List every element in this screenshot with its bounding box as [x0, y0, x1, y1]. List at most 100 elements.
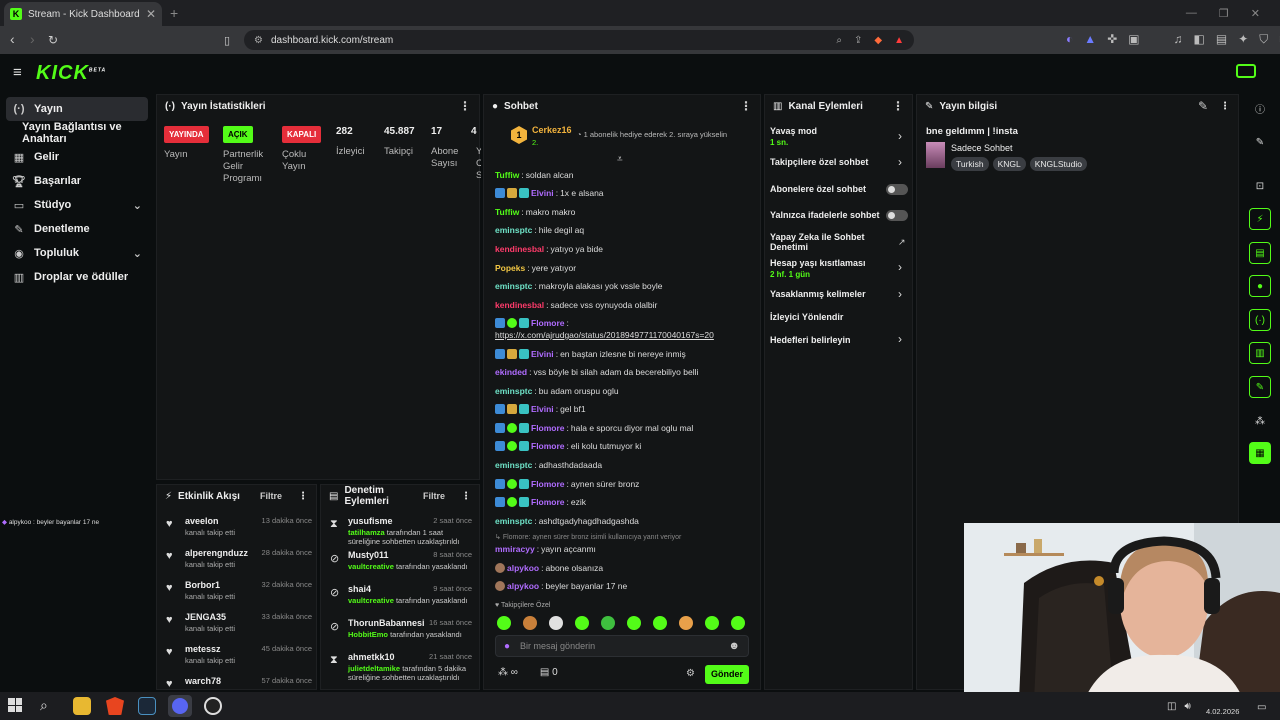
more-icon[interactable]: ⋮: [461, 491, 471, 502]
emote-icon[interactable]: [497, 616, 511, 630]
chat-message[interactable]: alpykoo: abone olsanıza: [495, 563, 603, 573]
chat-username[interactable]: kendinesbal: [495, 300, 544, 310]
chat-message[interactable]: ekinded: vss böyle bi silah adam da becer…: [495, 367, 698, 377]
moderator-name[interactable]: tatilhamza: [348, 528, 385, 537]
chevron-right-icon[interactable]: ›: [898, 129, 902, 143]
chat-message[interactable]: Flomore: hala e sporcu diyor mal oglu mal: [495, 423, 693, 433]
chat-username[interactable]: Elvini: [531, 188, 554, 198]
wrench-icon[interactable]: ✎: [1249, 376, 1271, 398]
leo-icon[interactable]: ✦: [1238, 32, 1248, 47]
event-username[interactable]: aveelon: [185, 516, 219, 526]
subscribers-only-toggle[interactable]: [886, 184, 908, 195]
chat-message[interactable]: eminsptc: ashdtgadyhagdhadgashda: [495, 516, 639, 526]
chat-message[interactable]: Elvini: en baştan izlesne bi nereye inmiş: [495, 349, 686, 359]
chat-message[interactable]: alpykoo: beyler bayanlar 17 ne: [495, 581, 627, 591]
extension-icon-1[interactable]: ◐: [1066, 32, 1073, 47]
chat-message[interactable]: Tuffiw: soldan alcan: [495, 170, 574, 180]
reload-icon[interactable]: ↻: [48, 33, 58, 47]
sidebar-item-achievements[interactable]: 🏆︎ Başarılar: [6, 169, 148, 193]
search-icon[interactable]: ⌕: [40, 697, 48, 714]
sidebar-item-community[interactable]: ◉ Topluluk ⌄: [6, 241, 148, 265]
mic-icon[interactable]: ●: [504, 641, 510, 652]
url-bar[interactable]: ⚙ dashboard.kick.com/stream ⌕ ⇪ ◆ ▲: [244, 30, 914, 50]
kick-logo[interactable]: KICKBETA: [36, 62, 106, 85]
edit-icon[interactable]: ✎: [1249, 131, 1271, 153]
new-tab-button[interactable]: +: [170, 5, 178, 21]
chat-icon[interactable]: ●: [1249, 275, 1271, 297]
hamburger-icon[interactable]: ≡: [13, 64, 22, 81]
list-icon[interactable]: ▤: [1249, 242, 1271, 264]
moderated-username[interactable]: yusufisme: [348, 516, 393, 526]
chat-message[interactable]: kendinesbal: yatıyo ya bide: [495, 244, 603, 254]
chevron-right-icon[interactable]: ›: [898, 155, 902, 169]
action-raid[interactable]: İzleyici Yönlendir: [770, 312, 843, 322]
restore-icon[interactable]: ❐: [1219, 7, 1229, 20]
more-icon[interactable]: ⋮: [1220, 101, 1230, 112]
chat-message[interactable]: Tuffiw: makro makro: [495, 207, 575, 217]
chat-settings-icon[interactable]: ⚙: [686, 668, 695, 679]
event-username[interactable]: warch78: [185, 676, 221, 686]
sidebar-toggle-icon[interactable]: ◧: [1194, 32, 1205, 47]
chevron-right-icon[interactable]: ›: [898, 287, 902, 301]
chest-count[interactable]: ▤ 0: [540, 667, 558, 678]
network-icon[interactable]: ◫: [1167, 701, 1176, 712]
emote-icon[interactable]: [601, 616, 615, 630]
action-goals[interactable]: Hedefleri belirleyin: [770, 335, 851, 345]
chat-username[interactable]: mmiracyy: [495, 544, 535, 554]
brave-rewards-icon[interactable]: ▲: [894, 35, 904, 46]
action-slow-mode[interactable]: Yavaş mod 1 sn.: [770, 126, 817, 147]
emote-only-toggle[interactable]: [886, 210, 908, 221]
chat-username[interactable]: Flomore: [531, 497, 565, 507]
chat-username[interactable]: eminsptc: [495, 386, 532, 396]
chevron-right-icon[interactable]: ›: [898, 260, 902, 274]
chat-username[interactable]: Tuffiw: [495, 170, 519, 180]
tag[interactable]: KNGLStudio: [1029, 157, 1087, 171]
chat-message[interactable]: Elvini:1x e alsana: [495, 188, 604, 198]
site-info-icon[interactable]: ⚙: [254, 35, 263, 46]
chat-username[interactable]: alpykoo: [507, 563, 539, 573]
chevron-right-icon[interactable]: ›: [898, 332, 902, 346]
event-username[interactable]: JENGA35: [185, 612, 226, 622]
moderator-name[interactable]: HobbitEmo: [348, 630, 388, 639]
sidebar-item-stream-key[interactable]: Yayın Bağlantısı ve Anahtarı: [6, 121, 148, 145]
chat-username[interactable]: Flomore: [531, 318, 565, 328]
filter-button[interactable]: Filtre: [423, 491, 445, 501]
scroll-pause-icon[interactable]: ⩡: [617, 154, 623, 165]
chat-message[interactable]: Elvini: gel bf1: [495, 404, 586, 414]
emoji-icon[interactable]: ☻: [728, 640, 740, 652]
chat-link[interactable]: https://x.com/ajrudgao/status/2018949771…: [495, 330, 714, 340]
chat-username[interactable]: Flomore: [531, 423, 565, 433]
emote-icon[interactable]: [679, 616, 693, 630]
chat-message[interactable]: Flomore: aynen sürer bronz: [495, 479, 639, 489]
emote-icon[interactable]: [575, 616, 589, 630]
file-explorer-icon[interactable]: [73, 697, 91, 715]
pinned-user[interactable]: Cerkez16: [532, 125, 572, 135]
more-icon[interactable]: ⋮: [892, 99, 904, 113]
chat-username[interactable]: eminsptc: [495, 225, 532, 235]
edit-icon[interactable]: ✎: [1198, 99, 1208, 113]
moderated-username[interactable]: Musty011: [348, 550, 389, 560]
more-icon[interactable]: ⋮: [459, 99, 471, 113]
browser-tab[interactable]: K Stream - Kick Dashboard ✕: [4, 2, 162, 26]
chat-input[interactable]: ● Bir mesaj gönderin ☻: [495, 635, 749, 657]
filter-button[interactable]: Filtre: [260, 491, 282, 501]
volume-icon[interactable]: 🔊︎: [1184, 701, 1190, 712]
broadcast-icon[interactable]: (·): [1249, 309, 1271, 331]
discord-icon[interactable]: [172, 698, 188, 714]
moderated-username[interactable]: ThorunBabannesi: [348, 618, 425, 628]
chat-username[interactable]: Elvini: [531, 404, 554, 414]
action-ai-moderation[interactable]: Yapay Zeka ile Sohbet Denetimi: [770, 232, 874, 252]
close-window-icon[interactable]: ✕: [1251, 7, 1260, 20]
chat-message[interactable]: eminsptc: makroyla alakası yok vssle boyl…: [495, 281, 662, 291]
windows-start-icon[interactable]: [8, 698, 22, 712]
action-banned-words[interactable]: Yasaklanmış kelimeler: [770, 289, 866, 299]
tag[interactable]: Turkish: [951, 157, 989, 171]
chat-username[interactable]: eminsptc: [495, 460, 532, 470]
bolt-icon[interactable]: ⚡︎: [1249, 208, 1271, 230]
sidebar-item-stream[interactable]: (·) Yayın: [6, 97, 148, 121]
emote-icon[interactable]: [523, 616, 537, 630]
more-icon[interactable]: ⋮: [740, 99, 752, 113]
focus-icon[interactable]: ⊡: [1249, 175, 1271, 197]
more-icon[interactable]: ⋮: [298, 491, 308, 502]
info-icon[interactable]: ⓘ: [1249, 97, 1271, 119]
